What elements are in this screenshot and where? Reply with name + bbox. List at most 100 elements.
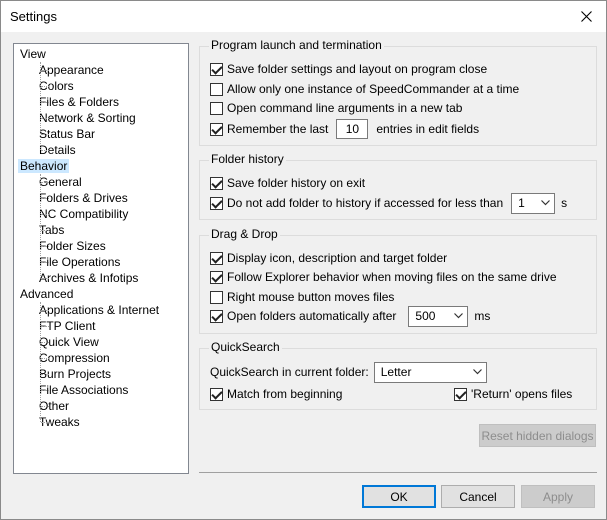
tree-connector [41,118,49,119]
checkbox-label: Save folder settings and layout on progr… [227,62,488,76]
open-auto-checkbox[interactable] [210,309,223,323]
tree-connector [41,150,49,151]
checkbox-label: 'Return' opens files [471,387,573,401]
tree-connector [41,358,49,359]
quicksearch-group: QuickSearch QuickSearch in current folde… [199,340,597,410]
tree-connector [41,70,49,71]
window-title: Settings [10,9,57,24]
tree-connector [41,374,49,375]
history-seconds-select[interactable]: 1 [511,192,556,214]
checkbox-box[interactable] [210,387,223,401]
tree-item[interactable]: Behavior [18,158,70,174]
group-title: Folder history [209,152,286,166]
close-button[interactable] [566,1,606,32]
tree-item-label: Files & Folders [39,95,120,109]
dont-add-row: Do not add folder to history if accessed… [210,192,567,214]
match-beginning-checkbox[interactable]: Match from beginning [210,385,342,403]
reset-hidden-dialogs-button[interactable]: Reset hidden dialogs [479,424,596,447]
checkbox-label: Display icon, description and target fol… [227,251,448,265]
tree-connector [40,302,41,422]
apply-button[interactable]: Apply [521,485,595,508]
tree-connector [41,246,49,247]
tree-item-label: Network & Sorting [39,111,136,125]
seconds-unit: s [561,196,568,210]
tree-item[interactable]: Folders & Drives [37,190,130,206]
tree-connector [41,214,49,215]
tree-connector [41,326,49,327]
tree-connector [41,198,49,199]
tree-item[interactable]: Files & Folders [37,94,121,110]
follow-explorer-checkbox[interactable]: Follow Explorer behavior when moving fil… [210,268,557,286]
cancel-button[interactable]: Cancel [441,485,515,508]
right-button-checkbox[interactable]: Right mouse button moves files [210,288,394,306]
tree-connector [41,262,49,263]
quicksearch-mode-select[interactable]: Letter [373,361,487,383]
tree-item[interactable]: Archives & Infotips [37,270,140,286]
save-history-checkbox[interactable]: Save folder history on exit [210,174,365,192]
checkbox-label: Follow Explorer behavior when moving fil… [227,270,557,284]
tree-connector [41,390,49,391]
tree-connector [41,102,49,103]
tree-connector [40,174,41,278]
checkbox-label: Save folder history on exit [227,176,366,190]
checkbox-box[interactable] [210,290,223,304]
settings-tree[interactable]: View Appearance Colors Files & Folders Netwo… [13,43,189,474]
checkbox-box[interactable] [210,82,223,96]
tree-connector [41,230,49,231]
tree-item-label: File Associations [39,383,129,397]
quicksearch-mode-row: QuickSearch in current folder: Letter [210,361,487,383]
select-value: 1 [518,196,525,210]
group-title: QuickSearch [209,340,282,354]
open-auto-row: Open folders automatically after 500 ms [210,305,490,327]
tree-connector [41,310,49,311]
tree-item[interactable]: File Operations [37,254,122,270]
tree-connector [41,422,49,423]
remember-suffix: entries in edit fields [376,122,480,136]
save-layout-checkbox[interactable]: Save folder settings and layout on progr… [210,60,487,78]
tree-item-label: Applications & Internet [39,303,160,317]
tree-item-label: Behavior [18,159,70,173]
one-instance-checkbox[interactable]: Allow only one instance of SpeedCommande… [210,80,519,98]
ms-unit: ms [474,309,491,323]
remember-count-input[interactable]: 10 [336,119,369,139]
group-title: Program launch and termination [209,38,384,52]
tree-item[interactable]: NC Compatibility [37,206,130,222]
ok-button[interactable]: OK [362,485,436,508]
program-launch-group: Program launch and termination Save fold… [199,38,597,146]
return-opens-checkbox[interactable]: 'Return' opens files [454,385,572,403]
tree-item[interactable]: File Associations [37,382,130,398]
select-value: Letter [380,365,412,379]
chevron-down-icon [541,200,551,206]
open-args-checkbox[interactable]: Open command line arguments in a new tab [210,99,462,117]
tree-item-label: NC Compatibility [39,207,129,221]
drag-drop-group: Drag & Drop Display icon, description an… [199,227,597,334]
tree-connector [41,134,49,135]
tree-item[interactable]: Network & Sorting [37,110,138,126]
open-auto-label: Open folders automatically after [227,309,397,323]
checkbox-box[interactable] [210,251,223,265]
group-title: Drag & Drop [209,227,280,241]
remember-row: Remember the last 10 entries in edit fie… [210,118,479,140]
checkbox-box[interactable] [210,270,223,284]
dont-add-checkbox[interactable] [210,196,223,210]
display-icon-checkbox[interactable]: Display icon, description and target fol… [210,249,447,267]
checkbox-box[interactable] [210,62,223,76]
tree-item-label: Archives & Infotips [39,271,139,285]
tree-item[interactable]: Applications & Internet [37,302,161,318]
tree-item-label: Advanced [20,287,74,301]
chevron-down-icon [472,369,482,375]
quicksearch-mode-label: QuickSearch in current folder: [210,365,369,379]
checkbox-box[interactable] [210,176,223,190]
settings-window: Settings View Appearance Colors Files & Fol… [0,0,607,520]
tree-item-label: Folders & Drives [39,191,128,205]
tree-item[interactable]: View [18,46,48,62]
checkbox-box[interactable] [454,387,467,401]
remember-checkbox[interactable] [210,122,223,136]
checkbox-label: Allow only one instance of SpeedCommande… [227,82,520,96]
select-value: 500 [415,309,436,323]
open-delay-select[interactable]: 500 [408,305,469,327]
close-icon [580,11,592,22]
tree-item[interactable]: Advanced [18,286,75,302]
checkbox-box[interactable] [210,101,223,115]
tree-connector [41,278,49,279]
